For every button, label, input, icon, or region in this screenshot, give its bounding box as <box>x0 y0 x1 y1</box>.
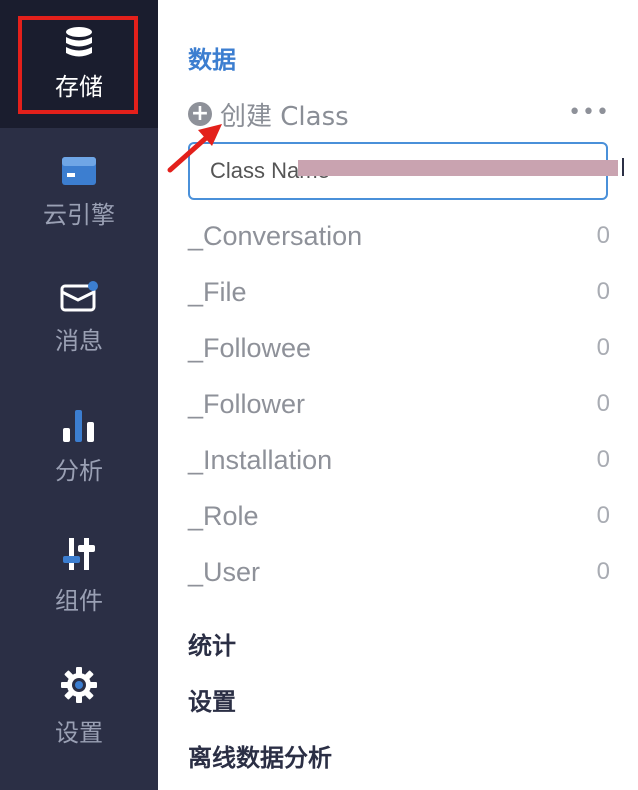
class-name: _Followee <box>188 332 312 363</box>
class-item-conversation[interactable]: _Conversation 0 <box>188 208 610 264</box>
gear-icon <box>61 667 97 703</box>
section-settings-link[interactable]: 设置 <box>188 682 236 717</box>
bar-chart-icon <box>63 410 94 442</box>
class-count: 0 <box>596 334 610 361</box>
class-item-follower[interactable]: _Follower 0 <box>188 376 610 432</box>
class-count: 0 <box>596 446 610 473</box>
class-count: 0 <box>596 502 610 529</box>
class-name: _Installation <box>188 444 333 475</box>
sidebar-item-label: 分析 <box>55 457 103 485</box>
server-icon <box>62 157 96 185</box>
class-list: _Conversation 0 _File 0 _Followee 0 _Fol… <box>188 208 610 600</box>
class-count: 0 <box>596 278 610 305</box>
class-item-role[interactable]: _Role 0 <box>188 488 610 544</box>
class-name: _Role <box>188 500 259 531</box>
class-name: _Follower <box>188 388 306 419</box>
class-item-installation[interactable]: _Installation 0 <box>188 432 610 488</box>
class-count: 0 <box>596 390 610 417</box>
sidebar-item-cloud-engine[interactable]: 云引擎 <box>0 150 158 250</box>
text-selection-highlight <box>298 160 618 176</box>
message-icon <box>60 281 98 312</box>
create-class-label: 创建 Class <box>220 101 349 132</box>
more-options-button[interactable]: ••• <box>568 100 610 125</box>
class-item-file[interactable]: _File 0 <box>188 264 610 320</box>
sidebar-item-components[interactable]: 组件 <box>0 534 158 634</box>
text-caret <box>622 158 624 176</box>
class-count: 0 <box>596 222 610 249</box>
sidebar-item-label: 云引擎 <box>43 201 115 229</box>
section-data-title[interactable]: 数据 <box>188 40 236 75</box>
class-name: _Conversation <box>188 220 363 251</box>
section-stats-link[interactable]: 统计 <box>188 626 236 661</box>
class-panel: 数据 + 创建 Class ••• _Conversation 0 _File … <box>158 0 638 790</box>
sidebar-item-label: 组件 <box>55 587 103 615</box>
sidebar-item-settings[interactable]: 设置 <box>0 664 158 774</box>
section-offline-analysis-link[interactable]: 离线数据分析 <box>188 738 332 773</box>
class-name: _User <box>188 556 261 587</box>
class-name: _File <box>188 276 247 307</box>
sidebar-nav: 存储 云引擎 消息 分析 组件 设置 <box>0 0 158 790</box>
class-item-followee[interactable]: _Followee 0 <box>188 320 610 376</box>
sidebar-item-label: 设置 <box>55 719 103 747</box>
highlight-frame <box>18 16 138 114</box>
sidebar-item-label: 消息 <box>55 327 103 355</box>
create-class-button[interactable]: + 创建 Class <box>188 96 349 132</box>
sidebar-item-messages[interactable]: 消息 <box>0 276 158 376</box>
plus-circle-icon: + <box>188 102 212 126</box>
class-item-user[interactable]: _User 0 <box>188 544 610 600</box>
class-count: 0 <box>596 558 610 585</box>
sliders-icon <box>63 538 95 570</box>
sidebar-item-analytics[interactable]: 分析 <box>0 404 158 504</box>
